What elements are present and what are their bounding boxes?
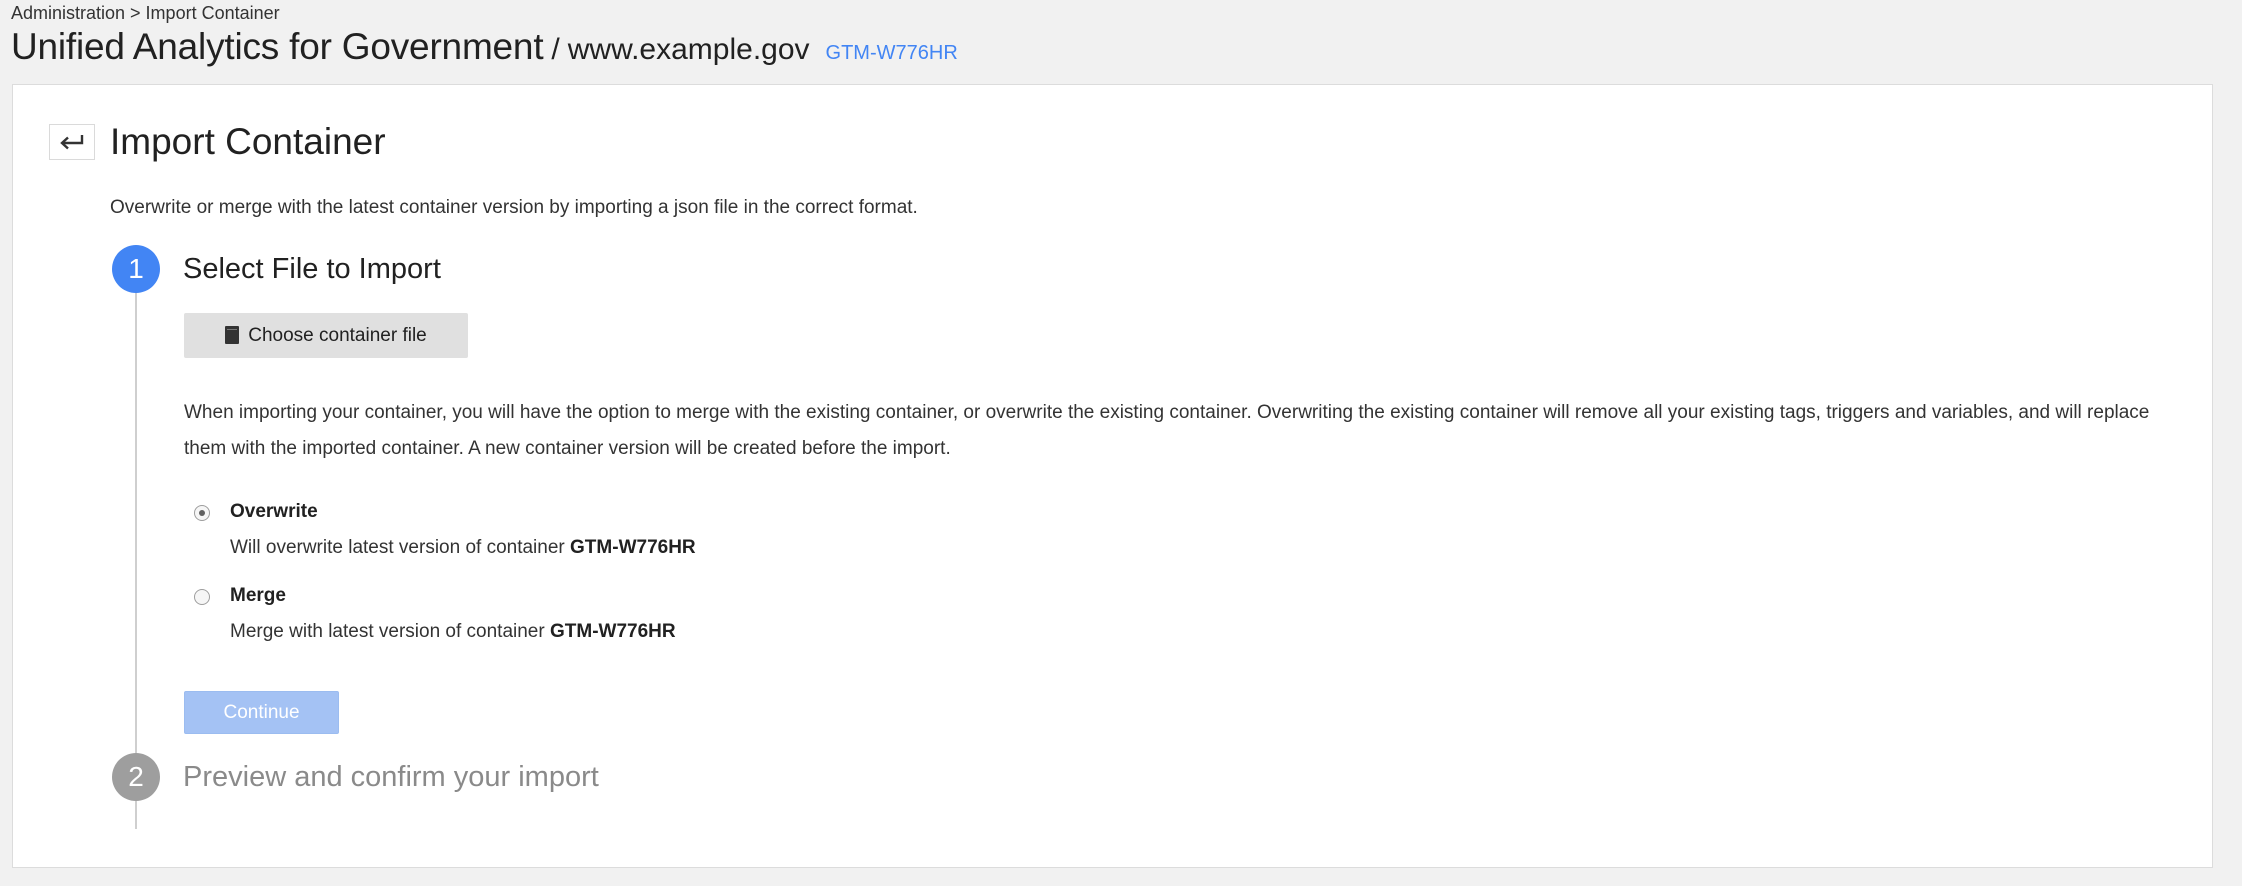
import-container-card: Import Container Overwrite or merge with… — [12, 84, 2213, 868]
container-id-link[interactable]: GTM-W776HR — [826, 42, 958, 65]
overwrite-label[interactable]: Overwrite — [230, 498, 318, 526]
overwrite-radio[interactable] — [194, 505, 210, 521]
step-2-title: Preview and confirm your import — [183, 761, 599, 793]
choose-container-file-label: Choose container file — [248, 324, 427, 346]
container-name: www.example.gov — [567, 33, 810, 66]
account-name: Unified Analytics for Government — [11, 26, 544, 67]
merge-container-id: GTM-W776HR — [550, 621, 676, 642]
step-1-number: 1 — [112, 245, 160, 293]
overwrite-description-text: Will overwrite latest version of contain… — [230, 537, 565, 558]
breadcrumb: Administration > Import Container — [11, 3, 280, 23]
title-separator: / — [551, 33, 560, 66]
file-icon — [225, 325, 240, 344]
step-1-title: Select File to Import — [183, 253, 441, 285]
merge-description: Merge with latest version of container G… — [230, 618, 676, 646]
choose-container-file-button[interactable]: Choose container file — [184, 313, 468, 358]
page-description: Overwrite or merge with the latest conta… — [110, 197, 918, 218]
step-2-number: 2 — [112, 753, 160, 801]
continue-button[interactable]: Continue — [184, 691, 339, 734]
overwrite-description: Will overwrite latest version of contain… — [230, 534, 696, 562]
merge-description-text: Merge with latest version of container — [230, 621, 545, 642]
page-title-row: Unified Analytics for Government / www.e… — [11, 26, 958, 76]
back-button[interactable] — [49, 124, 95, 160]
import-description: When importing your container, you will … — [184, 402, 2150, 459]
merge-label[interactable]: Merge — [230, 582, 286, 610]
overwrite-container-id: GTM-W776HR — [570, 537, 696, 558]
stepper-line — [135, 269, 137, 829]
return-arrow-icon — [60, 135, 84, 150]
page-heading: Import Container — [110, 121, 386, 162]
merge-radio[interactable] — [194, 589, 210, 605]
